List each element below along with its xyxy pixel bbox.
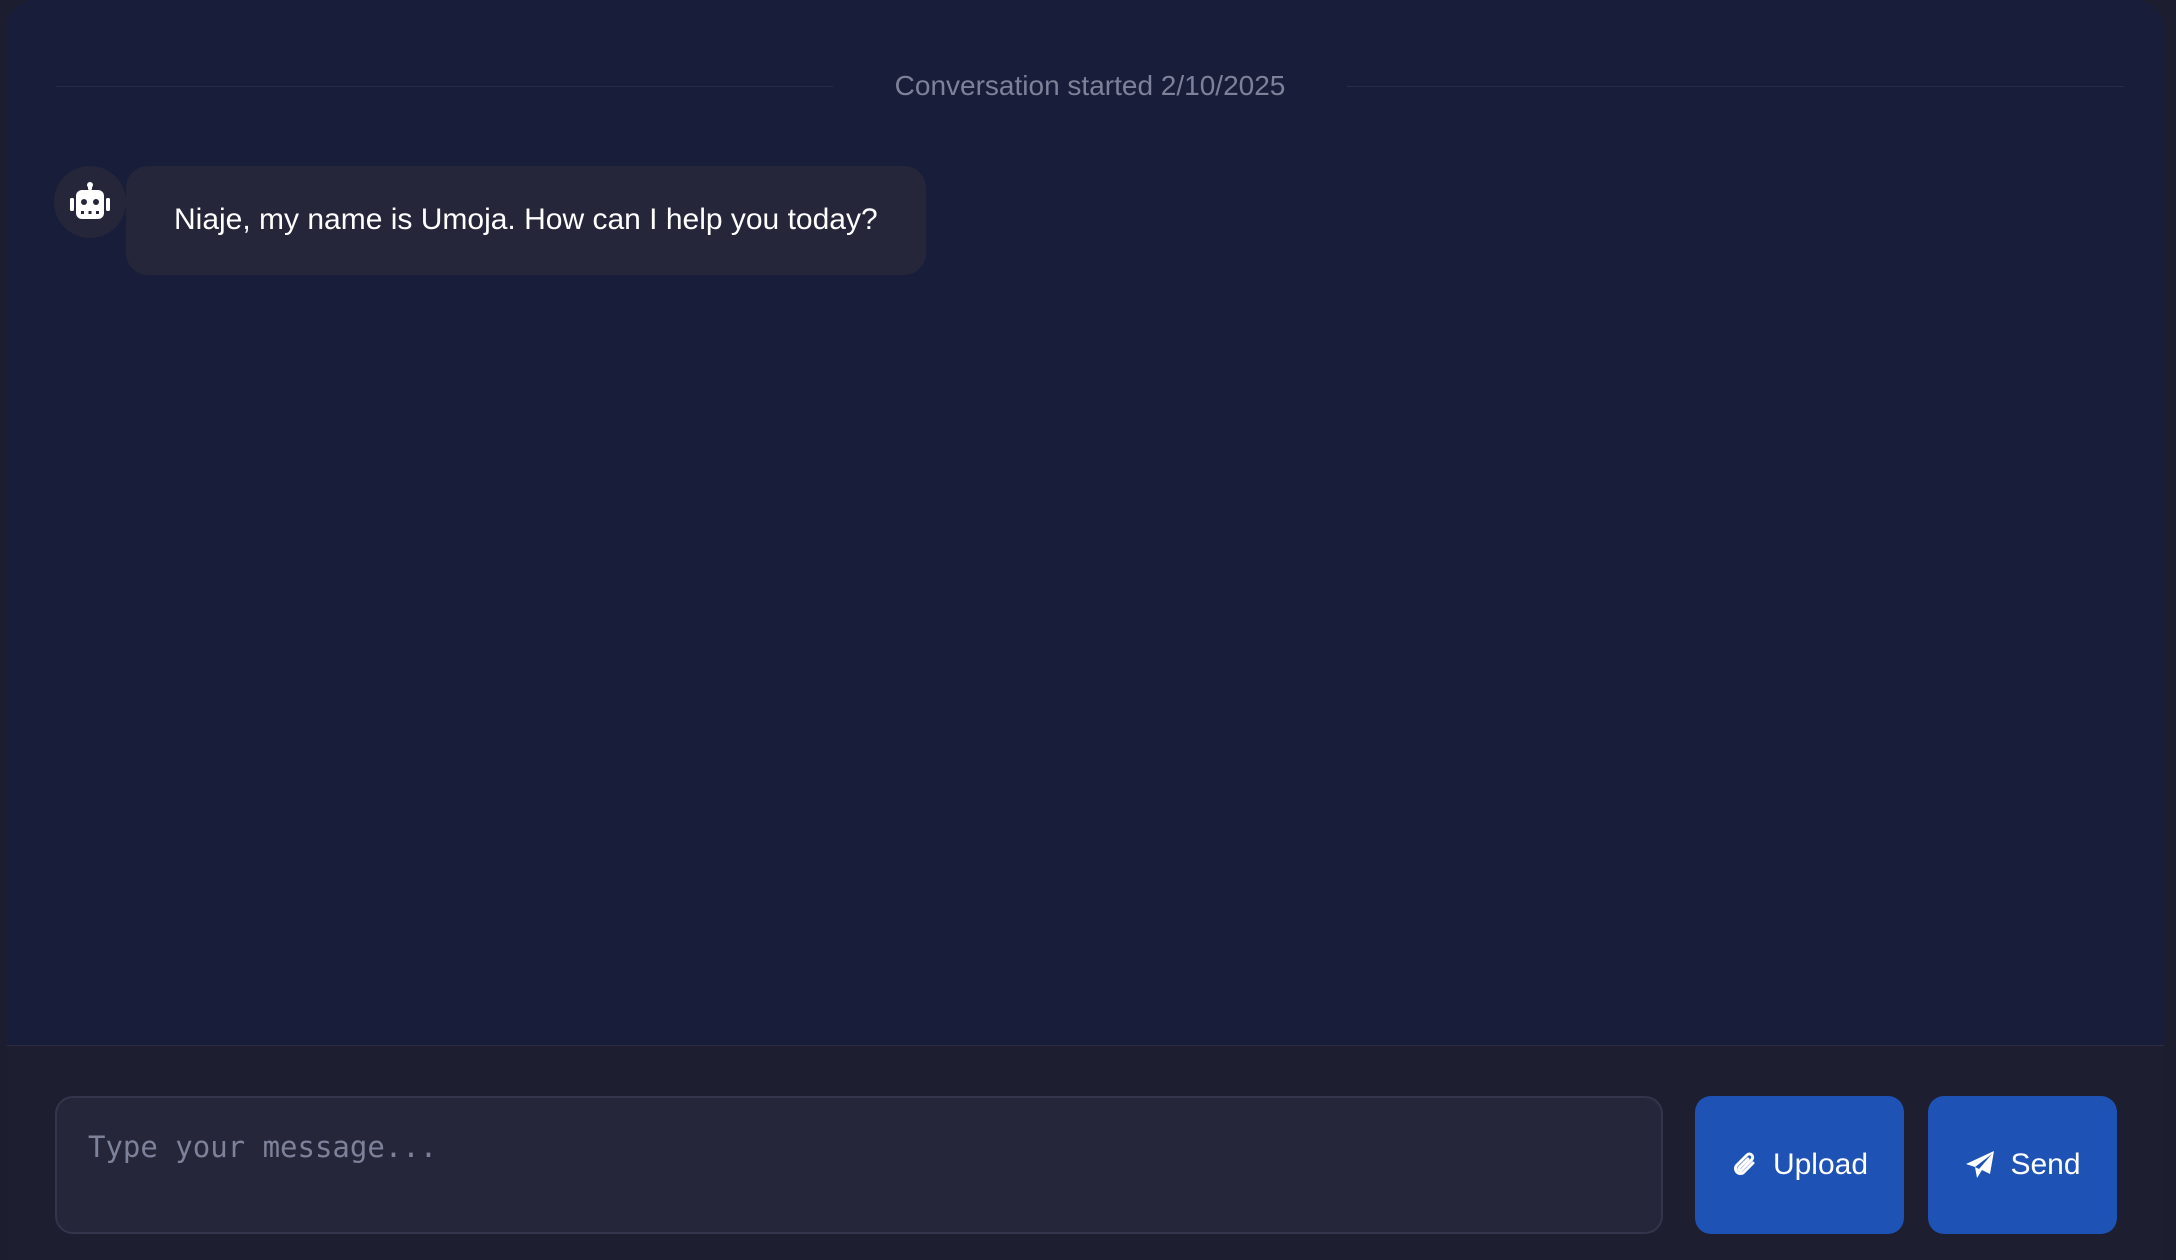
bot-avatar	[54, 166, 126, 238]
send-button[interactable]: Send	[1928, 1096, 2117, 1234]
composer-bar: Upload Send	[7, 1045, 2164, 1260]
divider-line-right	[1347, 85, 2125, 87]
message-bubble: Niaje, my name is Umoja. How can I help …	[126, 166, 926, 275]
message-list[interactable]: Conversation started 2/10/2025 Niaje, my…	[7, 0, 2164, 1045]
robot-icon	[70, 182, 110, 219]
conversation-divider: Conversation started 2/10/2025	[56, 66, 2125, 106]
send-label: Send	[2010, 1148, 2081, 1181]
message-input[interactable]	[55, 1096, 1663, 1234]
upload-label: Upload	[1772, 1148, 1869, 1181]
chat-window: Conversation started 2/10/2025 Niaje, my…	[7, 0, 2164, 1260]
upload-button[interactable]: Upload	[1695, 1096, 1904, 1234]
paperclip-icon	[1733, 1152, 1755, 1175]
paper-plane-icon	[1966, 1151, 1995, 1178]
bot-message: Niaje, my name is Umoja. How can I help …	[54, 166, 926, 275]
divider-line-left	[56, 85, 833, 87]
conversation-started-label: Conversation started 2/10/2025	[894, 70, 1286, 101]
